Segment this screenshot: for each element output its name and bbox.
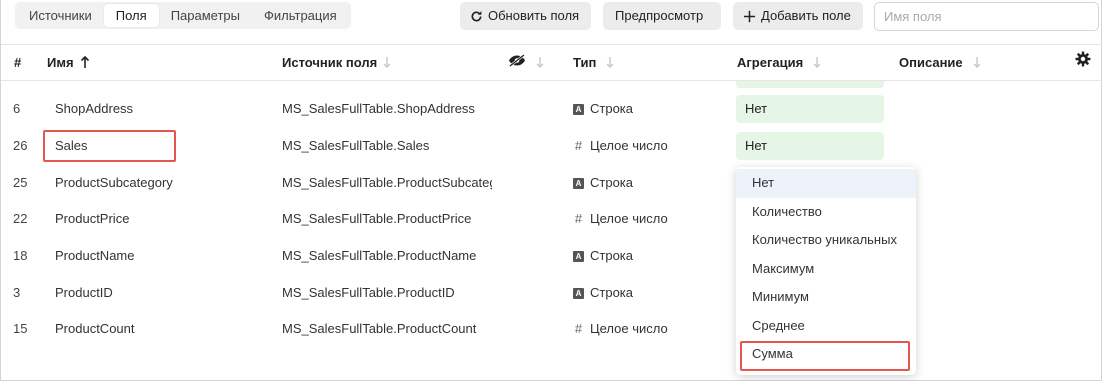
field-name[interactable]: ProductPrice	[55, 201, 129, 237]
option-sum[interactable]: Сумма	[736, 340, 916, 369]
preview-label: Предпросмотр	[615, 8, 704, 23]
string-type-icon: A	[573, 177, 584, 189]
aggregation-dropdown: Нет Количество Количество уникальных Мак…	[736, 167, 916, 375]
table-row[interactable]: 15 ProductCount MS_SalesFullTable.Produc…	[1, 311, 1102, 347]
sort-icon[interactable]	[606, 56, 614, 69]
table-row[interactable]: 3 ProductID MS_SalesFullTable.ProductID …	[1, 275, 1102, 311]
row-number: 26	[13, 138, 28, 153]
field-type-label: Строка	[590, 175, 634, 190]
field-type[interactable]: A Строка	[573, 91, 633, 127]
field-type-label: Целое число	[590, 138, 668, 153]
option-avg[interactable]: Среднее	[736, 312, 916, 341]
table-row[interactable]: 26 Sales MS_SalesFullTable.Sales # Целое…	[1, 128, 1102, 164]
string-type-icon: A	[573, 287, 584, 299]
preview-button[interactable]: Предпросмотр	[603, 2, 721, 30]
sort-icon[interactable]	[536, 56, 544, 69]
field-type[interactable]: # Целое число	[573, 201, 668, 237]
tab-filtering[interactable]: Фильтрация	[252, 4, 349, 27]
field-name[interactable]: ProductName	[55, 238, 134, 274]
field-source: MS_SalesFullTable.ProductID	[282, 285, 455, 300]
field-source: MS_SalesFullTable.ProductCount	[282, 321, 477, 336]
field-name[interactable]: ProductCount	[55, 311, 135, 347]
field-source: MS_SalesFullTable.Sales	[282, 138, 430, 153]
column-description-label: Описание	[899, 55, 963, 70]
aggregation-select[interactable]: Нет	[736, 132, 884, 160]
row-number: 18	[13, 248, 28, 263]
table-row[interactable]: 22 ProductPrice MS_SalesFullTable.Produc…	[1, 201, 1102, 237]
row-number: 3	[13, 285, 21, 300]
sort-icon[interactable]	[973, 56, 981, 69]
field-source: MS_SalesFullTable.ShopAddress	[282, 101, 475, 116]
tab-sources[interactable]: Источники	[17, 4, 104, 27]
option-count-unique[interactable]: Количество уникальных	[736, 226, 916, 255]
aggregation-cell-partial	[736, 81, 884, 88]
refresh-icon	[470, 10, 483, 23]
add-field-label: Добавить поле	[761, 8, 851, 23]
column-source-label: Источник поля	[282, 55, 378, 70]
option-max[interactable]: Максимум	[736, 255, 916, 284]
fields-editor: Источники Поля Параметры Фильтрация Обно…	[0, 0, 1102, 381]
column-description[interactable]: Описание	[899, 45, 981, 80]
refresh-fields-button[interactable]: Обновить поля	[460, 2, 591, 30]
option-min[interactable]: Минимум	[736, 283, 916, 312]
table-header: # Имя Источник поля Тип Агрегация Описан…	[1, 44, 1102, 81]
table-row[interactable]: 25 ProductSubcategory MS_SalesFullTable.…	[1, 165, 1102, 201]
field-name[interactable]: ProductID	[55, 275, 113, 311]
column-visibility[interactable]	[508, 45, 544, 80]
row-number: 25	[13, 175, 28, 190]
field-type-label: Строка	[590, 285, 634, 300]
refresh-fields-label: Обновить поля	[488, 8, 580, 23]
tab-parameters[interactable]: Параметры	[159, 4, 252, 27]
tab-fields[interactable]: Поля	[103, 4, 159, 27]
field-source: MS_SalesFullTable.ProductPrice	[282, 211, 472, 226]
table-row[interactable]: 18 ProductName MS_SalesFullTable.Product…	[1, 238, 1102, 274]
field-name[interactable]: ProductSubcategory	[55, 165, 173, 201]
row-number: 22	[13, 211, 28, 226]
string-type-icon: A	[573, 103, 584, 115]
sort-ascending-icon[interactable]	[80, 56, 90, 69]
field-source: MS_SalesFullTable.ProductSubcategory	[282, 175, 492, 190]
string-type-icon: A	[573, 250, 584, 262]
column-settings-button[interactable]	[1075, 45, 1091, 80]
plus-icon	[743, 10, 756, 23]
table-row[interactable]: 6 ShopAddress MS_SalesFullTable.ShopAddr…	[1, 91, 1102, 127]
column-aggregation[interactable]: Агрегация	[737, 45, 821, 80]
column-type-label: Тип	[573, 55, 597, 70]
field-type[interactable]: # Целое число	[573, 311, 668, 347]
field-type-label: Строка	[590, 248, 634, 263]
field-type-label: Строка	[590, 101, 634, 116]
integer-type-icon: #	[574, 138, 583, 153]
row-number: 15	[13, 321, 28, 336]
field-name[interactable]: ShopAddress	[55, 91, 133, 127]
field-type-label: Целое число	[590, 211, 668, 226]
sort-icon[interactable]	[813, 56, 821, 69]
aggregation-select[interactable]: Нет	[736, 95, 884, 123]
column-name[interactable]: Имя	[47, 45, 90, 80]
field-type[interactable]: # Целое число	[573, 128, 668, 164]
column-number: #	[14, 55, 22, 70]
column-source[interactable]: Источник поля	[282, 45, 391, 80]
column-name-label: Имя	[47, 55, 74, 70]
sort-icon[interactable]	[383, 56, 391, 69]
field-type[interactable]: A Строка	[573, 275, 633, 311]
integer-type-icon: #	[574, 321, 583, 336]
add-field-button[interactable]: Добавить поле	[733, 2, 863, 30]
gear-icon	[1075, 45, 1091, 80]
row-number: 6	[13, 101, 21, 116]
integer-type-icon: #	[574, 211, 583, 226]
option-count[interactable]: Количество	[736, 198, 916, 227]
field-type[interactable]: A Строка	[573, 238, 633, 274]
field-type[interactable]: A Строка	[573, 165, 633, 201]
column-aggregation-label: Агрегация	[737, 55, 804, 70]
field-source: MS_SalesFullTable.ProductName	[282, 248, 477, 263]
field-name[interactable]: Sales	[55, 128, 88, 164]
field-type-label: Целое число	[590, 321, 668, 336]
option-none[interactable]: Нет	[736, 169, 916, 198]
field-name-search-input[interactable]	[874, 2, 1099, 31]
column-type[interactable]: Тип	[573, 45, 614, 80]
eye-crossed-icon	[508, 45, 526, 80]
section-tabs: Источники Поля Параметры Фильтрация	[15, 2, 351, 29]
